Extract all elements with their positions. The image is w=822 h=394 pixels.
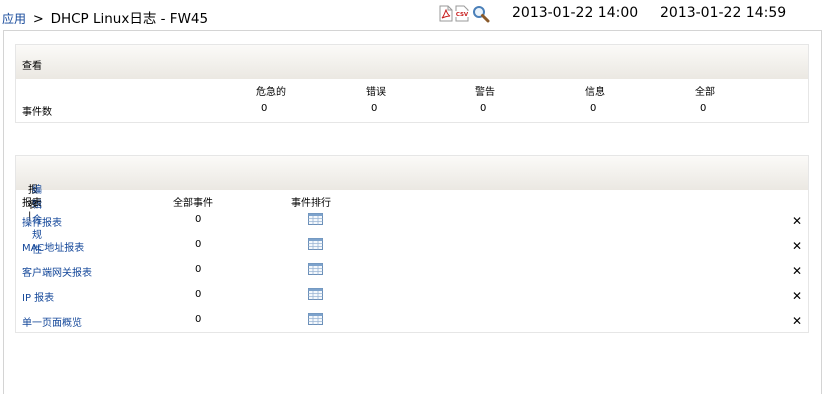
breadcrumb: 应用 > DHCP Linux日志 - FW45 [2,7,208,27]
remove-report-icon[interactable]: ✕ [792,265,802,277]
event-ranking-table-icon[interactable] [308,238,323,250]
report-link-single-page[interactable]: 单一页面概览 [22,314,82,329]
breadcrumb-separator: > [32,12,44,27]
remove-report-icon[interactable]: ✕ [792,240,802,252]
col-event-ranking: 事件排行 [291,198,331,209]
top-bar: 应用 > DHCP Linux日志 - FW45 CSV 2013-01-22 … [0,0,822,30]
warning-count: 0 [480,103,487,114]
event-count-label: 事件数 [22,107,52,118]
report-count: 0 [195,314,202,325]
magnifier-icon[interactable] [472,5,490,23]
report-count: 0 [195,289,202,300]
report-link-client-gateway[interactable]: 客户端网关报表 [22,264,92,279]
remove-report-icon[interactable]: ✕ [792,315,802,327]
summary-title: 查看 [22,61,42,72]
col-warning: 警告 [475,87,495,98]
error-count: 0 [371,103,378,114]
page-title: DHCP Linux日志 - FW45 [50,11,209,27]
event-ranking-table-icon[interactable] [308,263,323,275]
critical-count: 0 [261,103,268,114]
report-count: 0 [195,264,202,275]
remove-report-icon[interactable]: ✕ [792,290,802,302]
report-link-operation[interactable]: 操作报表 [22,214,62,229]
reports-header: 报表 | 编辑合规性 [16,156,808,256]
col-report-name: 报表 [22,198,42,209]
time-end[interactable]: 2013-01-22 14:59 [660,5,786,21]
event-ranking-table-icon[interactable] [308,213,323,225]
summary-panel: 查看 危急的 错误 警告 信息 全部 事件数 0 0 0 0 0 [15,44,809,123]
col-error: 错误 [366,87,386,98]
svg-text:CSV: CSV [456,12,469,18]
summary-header: 查看 [16,45,808,79]
all-count: 0 [700,103,707,114]
pdf-export-icon[interactable] [439,5,453,22]
breadcrumb-app-link[interactable]: 应用 [2,12,26,26]
col-info: 信息 [585,87,605,98]
col-critical: 危急的 [256,87,286,98]
csv-export-icon[interactable]: CSV [455,5,469,22]
time-start[interactable]: 2013-01-22 14:00 [512,5,638,21]
event-ranking-table-icon[interactable] [308,288,323,300]
col-all-events: 全部事件 [173,198,213,209]
report-link-mac[interactable]: MAC地址报表 [22,239,84,254]
info-count: 0 [590,103,597,114]
reports-panel: 报表 | 编辑合规性 报表 全部事件 事件排行 操作报表 0 ✕ MAC地址报表… [15,155,809,333]
remove-report-icon[interactable]: ✕ [792,215,802,227]
event-ranking-table-icon[interactable] [308,313,323,325]
report-count: 0 [195,214,202,225]
report-count: 0 [195,239,202,250]
report-link-ip[interactable]: IP 报表 [22,289,54,304]
col-all: 全部 [695,87,715,98]
